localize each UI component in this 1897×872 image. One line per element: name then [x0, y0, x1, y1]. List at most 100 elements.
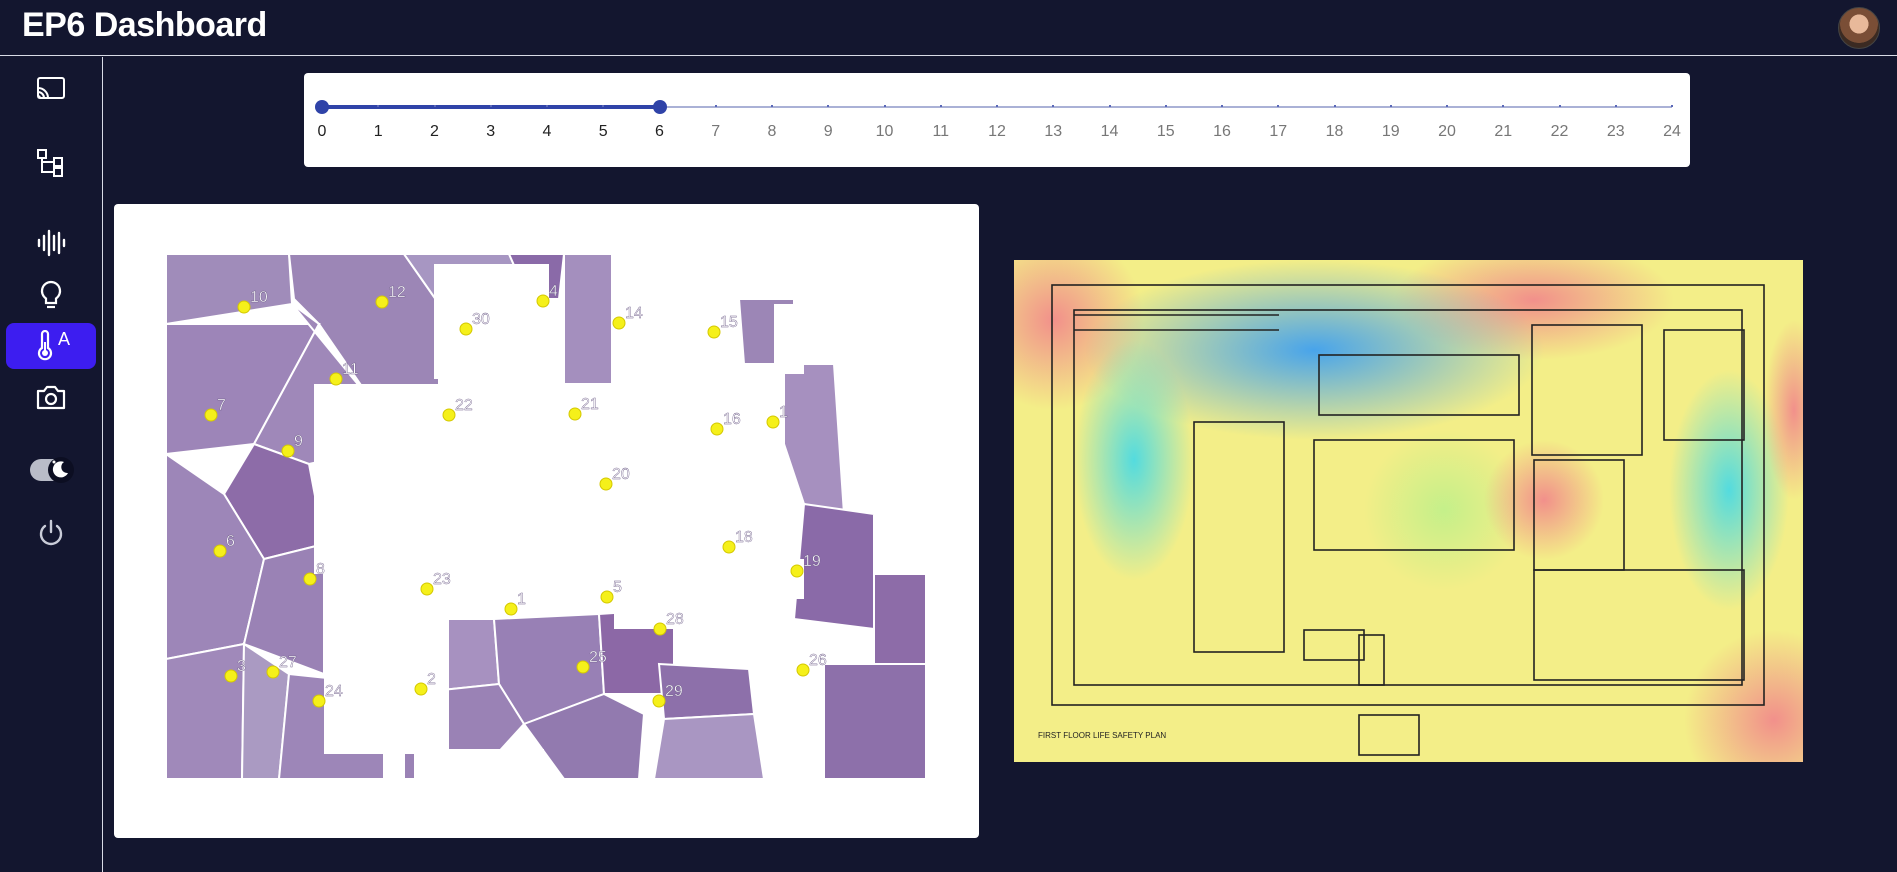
- nav-waveform[interactable]: [6, 220, 96, 266]
- sensor-label: 2: [427, 671, 436, 688]
- slider-tick-label[interactable]: 21: [1488, 123, 1518, 141]
- camera-icon: [36, 385, 66, 410]
- slider-tick-label[interactable]: 15: [1151, 123, 1181, 141]
- nav-temperature[interactable]: A: [6, 323, 96, 369]
- slider-thumb-end[interactable]: [652, 100, 667, 114]
- slider-tick-label[interactable]: 3: [476, 123, 506, 141]
- slider-tick-label[interactable]: 5: [588, 123, 618, 141]
- slider-tick-10: [883, 105, 886, 107]
- slider-tick-label[interactable]: 11: [926, 123, 956, 141]
- slider-tick-label[interactable]: 18: [1320, 123, 1350, 141]
- sensor-dot[interactable]: [612, 316, 626, 330]
- sensor-dot[interactable]: [213, 544, 227, 558]
- slider-tick-5: [602, 105, 605, 107]
- sensor-label: 21: [581, 396, 599, 413]
- top-bar: EP6 Dashboard: [0, 0, 1897, 56]
- sensor-dot[interactable]: [329, 372, 343, 386]
- floor-plan-heatmap: FIRST FLOOR LIFE SAFETY PLAN: [964, 230, 1864, 810]
- slider-tick-label[interactable]: 4: [532, 123, 562, 141]
- slider-tick-label[interactable]: 13: [1038, 123, 1068, 141]
- slider-tick-label[interactable]: 6: [645, 123, 675, 141]
- sensor-label: 18: [735, 529, 753, 546]
- slider-tick-label[interactable]: 12: [982, 123, 1012, 141]
- slider-tick-label[interactable]: 23: [1601, 123, 1631, 141]
- nav-power[interactable]: [6, 510, 96, 556]
- sensor-dot[interactable]: [266, 665, 280, 679]
- slider-tick-20: [1446, 105, 1448, 107]
- sensor-label: 11: [342, 361, 359, 378]
- time-range-slider: 0 1 2 3 4 5 6 7 8 9 10 11 12 13 14 15 16 17 18 19 20 21 22 23 24: [304, 73, 1690, 167]
- slider-tick-13: [1052, 105, 1055, 107]
- sensor-label: 28: [666, 611, 684, 628]
- slider-tick-1: [377, 105, 380, 107]
- zone-19: [873, 573, 927, 676]
- sensor-dot[interactable]: [204, 408, 218, 422]
- sensor-dot[interactable]: [504, 602, 518, 616]
- temperature-label: A: [57, 328, 70, 349]
- sensor-dot[interactable]: [722, 540, 736, 554]
- sensor-label: 12: [388, 284, 406, 301]
- slider-tick-label[interactable]: 14: [1095, 123, 1125, 141]
- sensor-dot[interactable]: [653, 622, 667, 636]
- sensor-dot[interactable]: [303, 572, 317, 586]
- slider-tick-label[interactable]: 9: [813, 123, 843, 141]
- sensor-label: 24: [325, 683, 343, 700]
- nav-cast[interactable]: [6, 66, 96, 112]
- sensor-dot[interactable]: [375, 295, 389, 309]
- nav-hierarchy[interactable]: [6, 140, 96, 186]
- sensor-label: 5: [613, 579, 622, 596]
- sidebar-nav: A: [0, 57, 103, 872]
- lightbulb-icon: [40, 280, 62, 309]
- sensor-dot[interactable]: [237, 300, 251, 314]
- sensor-dot[interactable]: [599, 477, 613, 491]
- slider-tick-24: [1671, 105, 1673, 107]
- sensor-dot[interactable]: [312, 694, 326, 708]
- sensor-dot[interactable]: [420, 582, 434, 596]
- slider-tick-7: [714, 105, 717, 107]
- sensor-label: 25: [589, 649, 607, 666]
- sensor-label: 14: [625, 305, 643, 322]
- sensor-label: 30: [472, 311, 490, 328]
- sensor-dot[interactable]: [652, 694, 666, 708]
- sensor-dot[interactable]: [414, 682, 428, 696]
- slider-tick-label[interactable]: 8: [757, 123, 787, 141]
- slider-tick-label[interactable]: 22: [1545, 123, 1575, 141]
- sensor-label: 4: [549, 283, 558, 300]
- slider-tick-label[interactable]: 20: [1432, 123, 1462, 141]
- nav-camera[interactable]: [6, 374, 96, 420]
- sensor-dot[interactable]: [536, 294, 550, 308]
- slider-tick-label[interactable]: 0: [307, 123, 337, 141]
- sensor-dot[interactable]: [710, 422, 724, 436]
- sensor-label: 1: [517, 591, 526, 608]
- sensor-dot[interactable]: [576, 660, 590, 674]
- slider-tick-label[interactable]: 19: [1376, 123, 1406, 141]
- slider-tick-label[interactable]: 1: [363, 123, 393, 141]
- user-avatar[interactable]: [1838, 7, 1880, 49]
- sensor-label: 26: [809, 652, 827, 669]
- sensor-dot[interactable]: [224, 669, 238, 683]
- theme-toggle-icon: [30, 457, 74, 483]
- sensor-dot[interactable]: [707, 325, 721, 339]
- slider-tick-label[interactable]: 2: [420, 123, 450, 141]
- slider-tick-label[interactable]: 24: [1657, 123, 1687, 141]
- sensor-dot[interactable]: [766, 415, 780, 429]
- sensor-label: 3: [237, 658, 246, 675]
- sensor-dot[interactable]: [281, 444, 295, 458]
- slider-tick-label[interactable]: 16: [1207, 123, 1237, 141]
- sensor-dot[interactable]: [600, 590, 614, 604]
- sensor-label: 27: [279, 654, 297, 671]
- slider-tick-label[interactable]: 10: [870, 123, 900, 141]
- slider-thumb-start[interactable]: [315, 100, 329, 114]
- nav-theme-toggle[interactable]: [6, 447, 96, 493]
- sensor-dot[interactable]: [459, 322, 473, 336]
- sensor-dot[interactable]: [568, 407, 582, 421]
- slider-tick-21: [1502, 105, 1505, 107]
- heatmap-image: FIRST FLOOR LIFE SAFETY PLAN: [964, 230, 1864, 810]
- sensor-map-card: 10 12 30 4 14 15 11 7 9 22 21 16 1 20 6 8 18 19 23 1 5 28 3 27 2…: [114, 204, 979, 838]
- slider-tick-label[interactable]: 7: [701, 123, 731, 141]
- sensor-dot[interactable]: [790, 564, 804, 578]
- slider-tick-label[interactable]: 17: [1263, 123, 1293, 141]
- nav-lighting[interactable]: [6, 272, 96, 318]
- sensor-dot[interactable]: [442, 408, 456, 422]
- sensor-dot[interactable]: [796, 663, 810, 677]
